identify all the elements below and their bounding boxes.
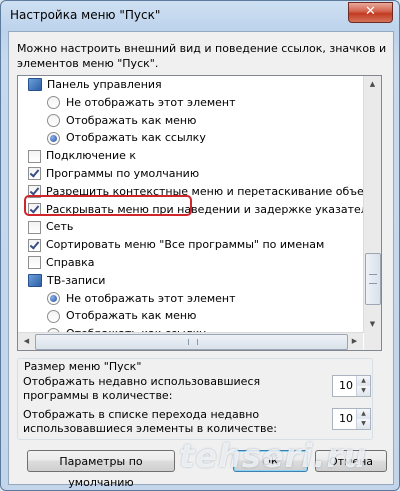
spinner-down-icon[interactable]: ▼ <box>357 419 370 429</box>
cancel-button[interactable]: Отмена <box>315 450 387 472</box>
scroll-right-button[interactable]: ▶ <box>346 333 363 350</box>
scroll-right-arrow-icon: ▶ <box>351 337 358 345</box>
spinner-up-icon[interactable]: ▲ <box>357 376 370 386</box>
jump-list-spinner[interactable]: 10 ▲ ▼ <box>332 408 371 430</box>
list-item-label: Сеть <box>46 220 74 234</box>
scroll-left-button[interactable]: ◀ <box>18 333 35 350</box>
thumb-grip <box>369 274 377 284</box>
list-item-label: Отображать как меню <box>66 309 197 323</box>
description-text: Можно настроить внешний вид и поведение … <box>17 42 387 70</box>
recent-programs-spinner[interactable]: 10 ▲ ▼ <box>332 375 371 397</box>
list-item[interactable]: Раскрывать меню при наведении и задержке… <box>18 201 363 219</box>
ok-button[interactable]: ОК <box>233 450 308 472</box>
dialog-window: Настройка меню "Пуск" ✕ Можно настроить … <box>0 0 400 491</box>
list-item-label: Справка <box>46 255 95 269</box>
options-list: Панель управления Не отображать этот элем… <box>18 76 363 350</box>
list-item-label: Программы по умолчанию <box>46 166 200 180</box>
close-icon: ✕ <box>365 4 376 19</box>
checkbox[interactable] <box>28 238 41 252</box>
list-item[interactable]: Не отображать этот элемент <box>18 290 363 308</box>
list-item-label: Отображать как меню <box>66 113 197 127</box>
list-item[interactable]: Программы по умолчанию <box>18 165 363 183</box>
scroll-up-arrow-icon: ▲ <box>369 80 376 88</box>
options-listbox[interactable]: Панель управления Не отображать этот элем… <box>17 75 382 351</box>
list-item-label: Раскрывать меню при наведении и задержке… <box>46 202 363 216</box>
radio-button[interactable] <box>47 131 60 145</box>
list-item[interactable]: Справка <box>18 254 363 272</box>
list-item-label: Не отображать этот элемент <box>66 291 236 305</box>
close-button[interactable]: ✕ <box>348 2 393 23</box>
checkbox[interactable] <box>28 202 41 216</box>
vertical-scrollbar[interactable]: ▲ ▼ <box>363 76 381 333</box>
checkbox[interactable] <box>28 220 41 234</box>
list-item[interactable]: Отображать как ссылку <box>18 129 363 147</box>
jump-list-label: Отображать в списке перехода недавно исп… <box>23 408 277 435</box>
thumb-grip <box>187 339 198 345</box>
radio-button[interactable] <box>47 96 60 110</box>
radio-button[interactable] <box>47 291 60 305</box>
window-title: Настройка меню "Пуск" <box>10 8 161 22</box>
list-item-label: Подключение к <box>46 149 137 163</box>
spinner-up-icon[interactable]: ▲ <box>357 409 370 419</box>
list-item[interactable]: Разрешить контекстные меню и перетаскива… <box>18 183 363 201</box>
dialog-client-area: Можно настроить внешний вид и поведение … <box>8 31 394 489</box>
title-bar[interactable]: Настройка меню "Пуск" ✕ <box>1 1 399 31</box>
radio-button[interactable] <box>47 309 60 323</box>
horizontal-scrollbar[interactable]: ◀ ▶ <box>18 332 363 350</box>
checkbox[interactable] <box>28 149 41 163</box>
group-legend: Размер меню "Пуск" <box>22 360 144 373</box>
tv-recordings-icon <box>28 274 42 288</box>
list-item[interactable]: Сеть <box>18 218 363 236</box>
list-item-label: Панель управления <box>47 78 162 91</box>
vertical-scroll-thumb[interactable] <box>365 253 381 305</box>
list-item-label: ТВ-записи <box>47 273 106 287</box>
list-item[interactable]: Сортировать меню "Все программы" по имен… <box>18 236 363 254</box>
list-item[interactable]: ТВ-записи <box>18 272 363 290</box>
list-item[interactable]: Отображать как меню <box>18 307 363 325</box>
recent-programs-value[interactable]: 10 <box>333 376 356 396</box>
checkbox[interactable] <box>28 167 41 181</box>
list-item[interactable]: Отображать как меню <box>18 112 363 130</box>
radio-button[interactable] <box>47 113 60 127</box>
defaults-button[interactable]: Параметры по умолчанию <box>27 450 175 489</box>
scroll-down-arrow-icon: ▼ <box>369 320 376 328</box>
list-item-label: Сортировать меню "Все программы" по имен… <box>46 238 325 252</box>
recent-programs-label: Отображать недавно использовавшиеся прог… <box>23 375 261 402</box>
jump-list-value[interactable]: 10 <box>333 409 356 429</box>
scrollbar-corner <box>364 333 381 350</box>
list-item-label: Не отображать этот элемент <box>66 95 236 109</box>
list-item[interactable]: Не отображать этот элемент <box>18 94 363 112</box>
list-item-label: Отображать как ссылку <box>66 131 206 145</box>
scroll-down-button[interactable]: ▼ <box>364 316 381 333</box>
list-item-label: Разрешить контекстные меню и перетаскива… <box>46 184 363 198</box>
list-item[interactable]: Подключение к <box>18 147 363 165</box>
checkbox[interactable] <box>28 185 41 199</box>
scroll-up-button[interactable]: ▲ <box>364 76 381 93</box>
scroll-left-arrow-icon: ◀ <box>23 337 30 345</box>
spinner-down-icon[interactable]: ▼ <box>357 386 370 396</box>
list-item[interactable]: Панель управления <box>18 76 363 94</box>
horizontal-scroll-thumb[interactable] <box>35 334 348 350</box>
checkbox[interactable] <box>28 256 41 270</box>
control-panel-icon <box>28 78 42 92</box>
